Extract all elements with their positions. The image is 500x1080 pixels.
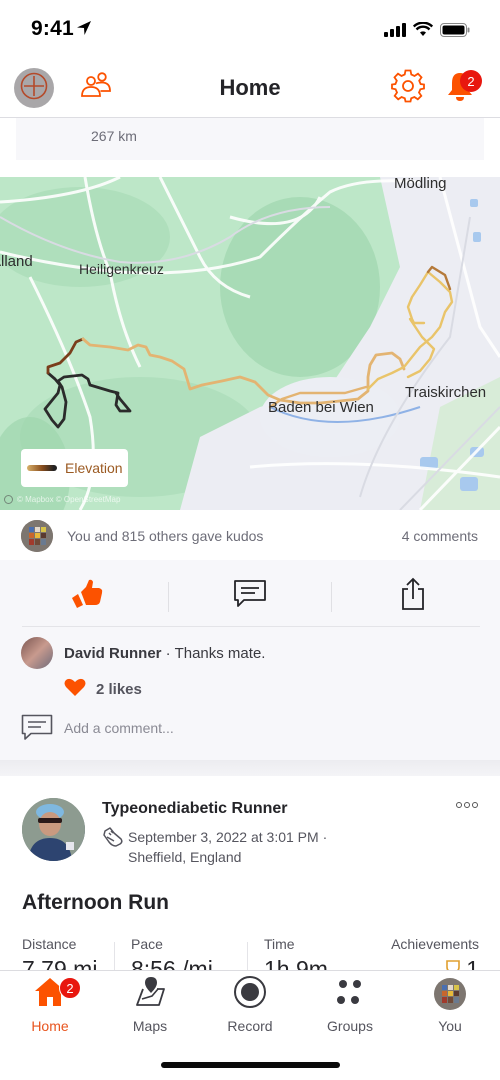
map-label-alland: Alland [0, 253, 33, 270]
location-arrow-icon [76, 20, 92, 41]
activity-actions [0, 570, 500, 622]
tab-icon-wrap [0, 977, 100, 1011]
more-dot-icon [464, 802, 470, 808]
elevation-gradient-swatch [27, 465, 57, 471]
kudos-avatar [21, 520, 53, 552]
athlete-avatar[interactable] [22, 798, 85, 861]
tab-label: Maps [132, 1018, 168, 1034]
stat-value: 267 km [91, 128, 137, 144]
kudos-button[interactable] [12, 570, 162, 622]
home-indicator[interactable] [161, 1062, 340, 1068]
activity-location: Sheffield, England [128, 849, 242, 865]
tab-icon-wrap [200, 975, 300, 1014]
attribution-text: © Mapbox © OpenStreetMap [17, 495, 121, 504]
stat-label: Achievements [391, 936, 479, 952]
likes-count: 2 likes [96, 681, 142, 698]
add-comment-input[interactable]: Add a comment... [21, 714, 481, 744]
profile-avatar [434, 978, 466, 1010]
athlete-name[interactable]: Typeonediabetic Runner [102, 800, 288, 818]
notifications-button[interactable]: 2 [440, 68, 482, 108]
stat-label: Time [264, 936, 295, 952]
stat-label: Distance [22, 936, 77, 952]
map-label-baden: Baden bei Wien [268, 399, 374, 416]
comment-separator: · [161, 645, 175, 662]
heart-icon[interactable] [64, 677, 86, 702]
kudos-summary[interactable]: You and 815 others gave kudos [67, 528, 263, 544]
activity-title[interactable]: Afternoon Run [22, 891, 169, 915]
tab-icon-wrap [100, 976, 200, 1013]
social-section: David Runner · Thanks mate. 2 likes Add … [0, 560, 500, 760]
comment-icon [21, 714, 53, 747]
tab-label: You [438, 1018, 462, 1034]
thumbs-up-icon [70, 578, 104, 615]
comment-author[interactable]: David Runner [64, 645, 162, 662]
tab-label: Groups [327, 1018, 373, 1034]
add-comment-placeholder: Add a comment... [64, 720, 174, 736]
share-button[interactable] [338, 570, 488, 622]
battery-icon [440, 22, 470, 42]
wifi-icon [412, 21, 434, 42]
status-indicators [384, 21, 470, 42]
map-attribution[interactable]: © Mapbox © OpenStreetMap [4, 495, 120, 504]
tab-you[interactable]: You [400, 971, 500, 1043]
activity-datetime: September 3, 2022 at 3:01 PM · [128, 829, 328, 845]
comment-body: David Runner · Thanks mate. [64, 645, 265, 662]
tab-icon-wrap [400, 977, 500, 1011]
status-bar: 9:41 [0, 0, 500, 60]
tab-groups[interactable]: Groups [300, 971, 400, 1043]
tab-maps[interactable]: Maps [100, 971, 200, 1043]
map-label-heiligenkreuz: Heiligenkreuz [79, 261, 164, 277]
action-divider [168, 582, 169, 612]
gear-icon [391, 69, 425, 108]
comments-count[interactable]: 4 comments [402, 528, 478, 544]
comment-icon [233, 579, 267, 614]
comment-text: Thanks mate. [174, 645, 266, 662]
comment-item: David Runner · Thanks mate. 2 likes [21, 637, 481, 707]
divider [22, 626, 480, 627]
action-divider [331, 582, 332, 612]
status-time: 9:41 [31, 17, 74, 40]
stat-label: Pace [131, 936, 163, 952]
map-pin-icon [133, 976, 167, 1013]
tab-icon-wrap [300, 977, 400, 1011]
mapbox-logo-icon [4, 495, 13, 504]
feed-separator [0, 760, 500, 776]
kudos-row[interactable]: You and 815 others gave kudos 4 comments [0, 512, 500, 560]
more-options-button[interactable] [456, 798, 480, 812]
nav-header: Home 2 [0, 60, 500, 118]
tab-label: Record [227, 1018, 273, 1034]
notification-badge: 2 [460, 70, 482, 92]
activity-map[interactable]: Mödling Alland Heiligenkreuz Baden bei W… [0, 177, 500, 510]
comment-likes[interactable]: 2 likes [64, 677, 142, 702]
map-label-traiskirchen: Traiskirchen [405, 384, 487, 401]
previous-activity-stat: 267 km [16, 118, 484, 160]
signal-icon [384, 22, 406, 42]
tab-record[interactable]: Record [200, 971, 300, 1043]
more-dot-icon [472, 802, 478, 808]
tab-home[interactable]: 2 Home [0, 971, 100, 1043]
share-icon [400, 577, 426, 616]
settings-button[interactable] [388, 68, 428, 108]
comment-button[interactable] [175, 570, 325, 622]
groups-icon [335, 978, 365, 1011]
map-label-modling: Mödling [394, 177, 447, 192]
run-shoe-icon [102, 826, 124, 853]
elevation-legend[interactable]: Elevation [21, 449, 128, 487]
tab-label: Home [31, 1018, 69, 1034]
elevation-label: Elevation [65, 460, 123, 476]
commenter-avatar[interactable] [21, 637, 53, 669]
record-icon [233, 975, 267, 1014]
activity-card[interactable]: Typeonediabetic Runner September 3, 2022… [0, 776, 500, 982]
more-dot-icon [456, 802, 462, 808]
activity-meta: September 3, 2022 at 3:01 PM · Sheffield… [128, 827, 327, 867]
home-badge: 2 [59, 977, 81, 999]
